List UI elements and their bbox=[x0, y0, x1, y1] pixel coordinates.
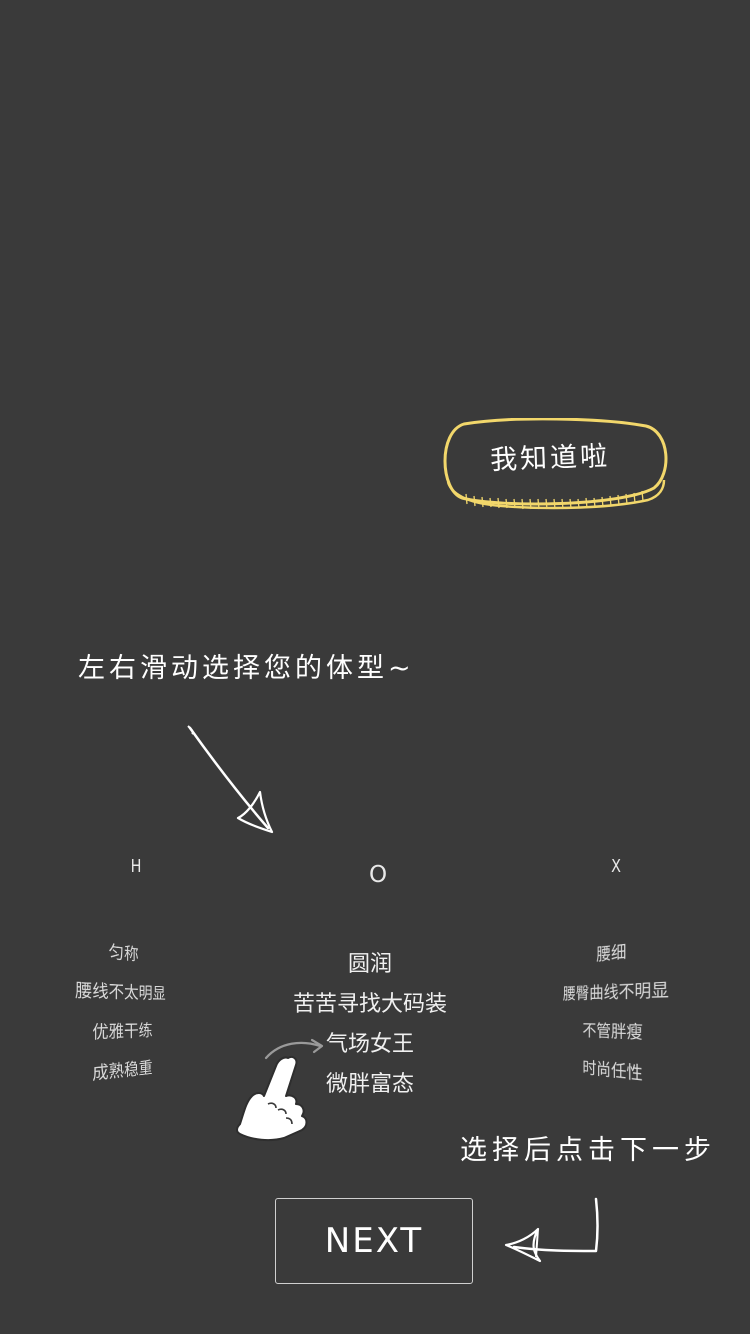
next-button[interactable]: NEXT bbox=[275, 1198, 473, 1284]
body-type-desc-line: 成熟稳重 bbox=[92, 1058, 153, 1085]
body-type-letter-x: X bbox=[611, 856, 621, 877]
body-type-desc-line: 苦苦寻找大码装 bbox=[292, 992, 447, 1017]
body-type-desc-line: 腰线不太明显 bbox=[75, 980, 166, 1004]
swipe-hint-text: 左右滑动选择您的体型~ bbox=[78, 653, 415, 684]
body-type-desc-line: 腰臀曲线不明显 bbox=[562, 979, 669, 1004]
return-arrow-icon bbox=[504, 1197, 599, 1263]
next-hint-text: 选择后点击下一步 bbox=[460, 1135, 716, 1166]
body-type-desc-line: 时尚任性 bbox=[582, 1058, 643, 1085]
pointing-hand-icon bbox=[236, 1055, 308, 1142]
body-type-desc-line: 圆润 bbox=[347, 952, 392, 977]
arrow-icon bbox=[187, 725, 274, 834]
body-type-letter-o: O bbox=[368, 862, 388, 888]
body-type-letter-h: H bbox=[130, 856, 142, 877]
dismiss-button-label: 我知道啦 bbox=[489, 440, 611, 477]
body-type-option-h[interactable]: 匀称 腰线不太明显 优雅干练 成熟稳重 bbox=[63, 927, 174, 1100]
body-type-desc-line: 匀称 bbox=[108, 942, 139, 966]
body-type-option-x[interactable]: 腰细 腰臀曲线不明显 不管胖瘦 时尚任性 bbox=[559, 926, 675, 1100]
dismiss-guide-button[interactable]: 我知道啦 bbox=[442, 418, 668, 512]
